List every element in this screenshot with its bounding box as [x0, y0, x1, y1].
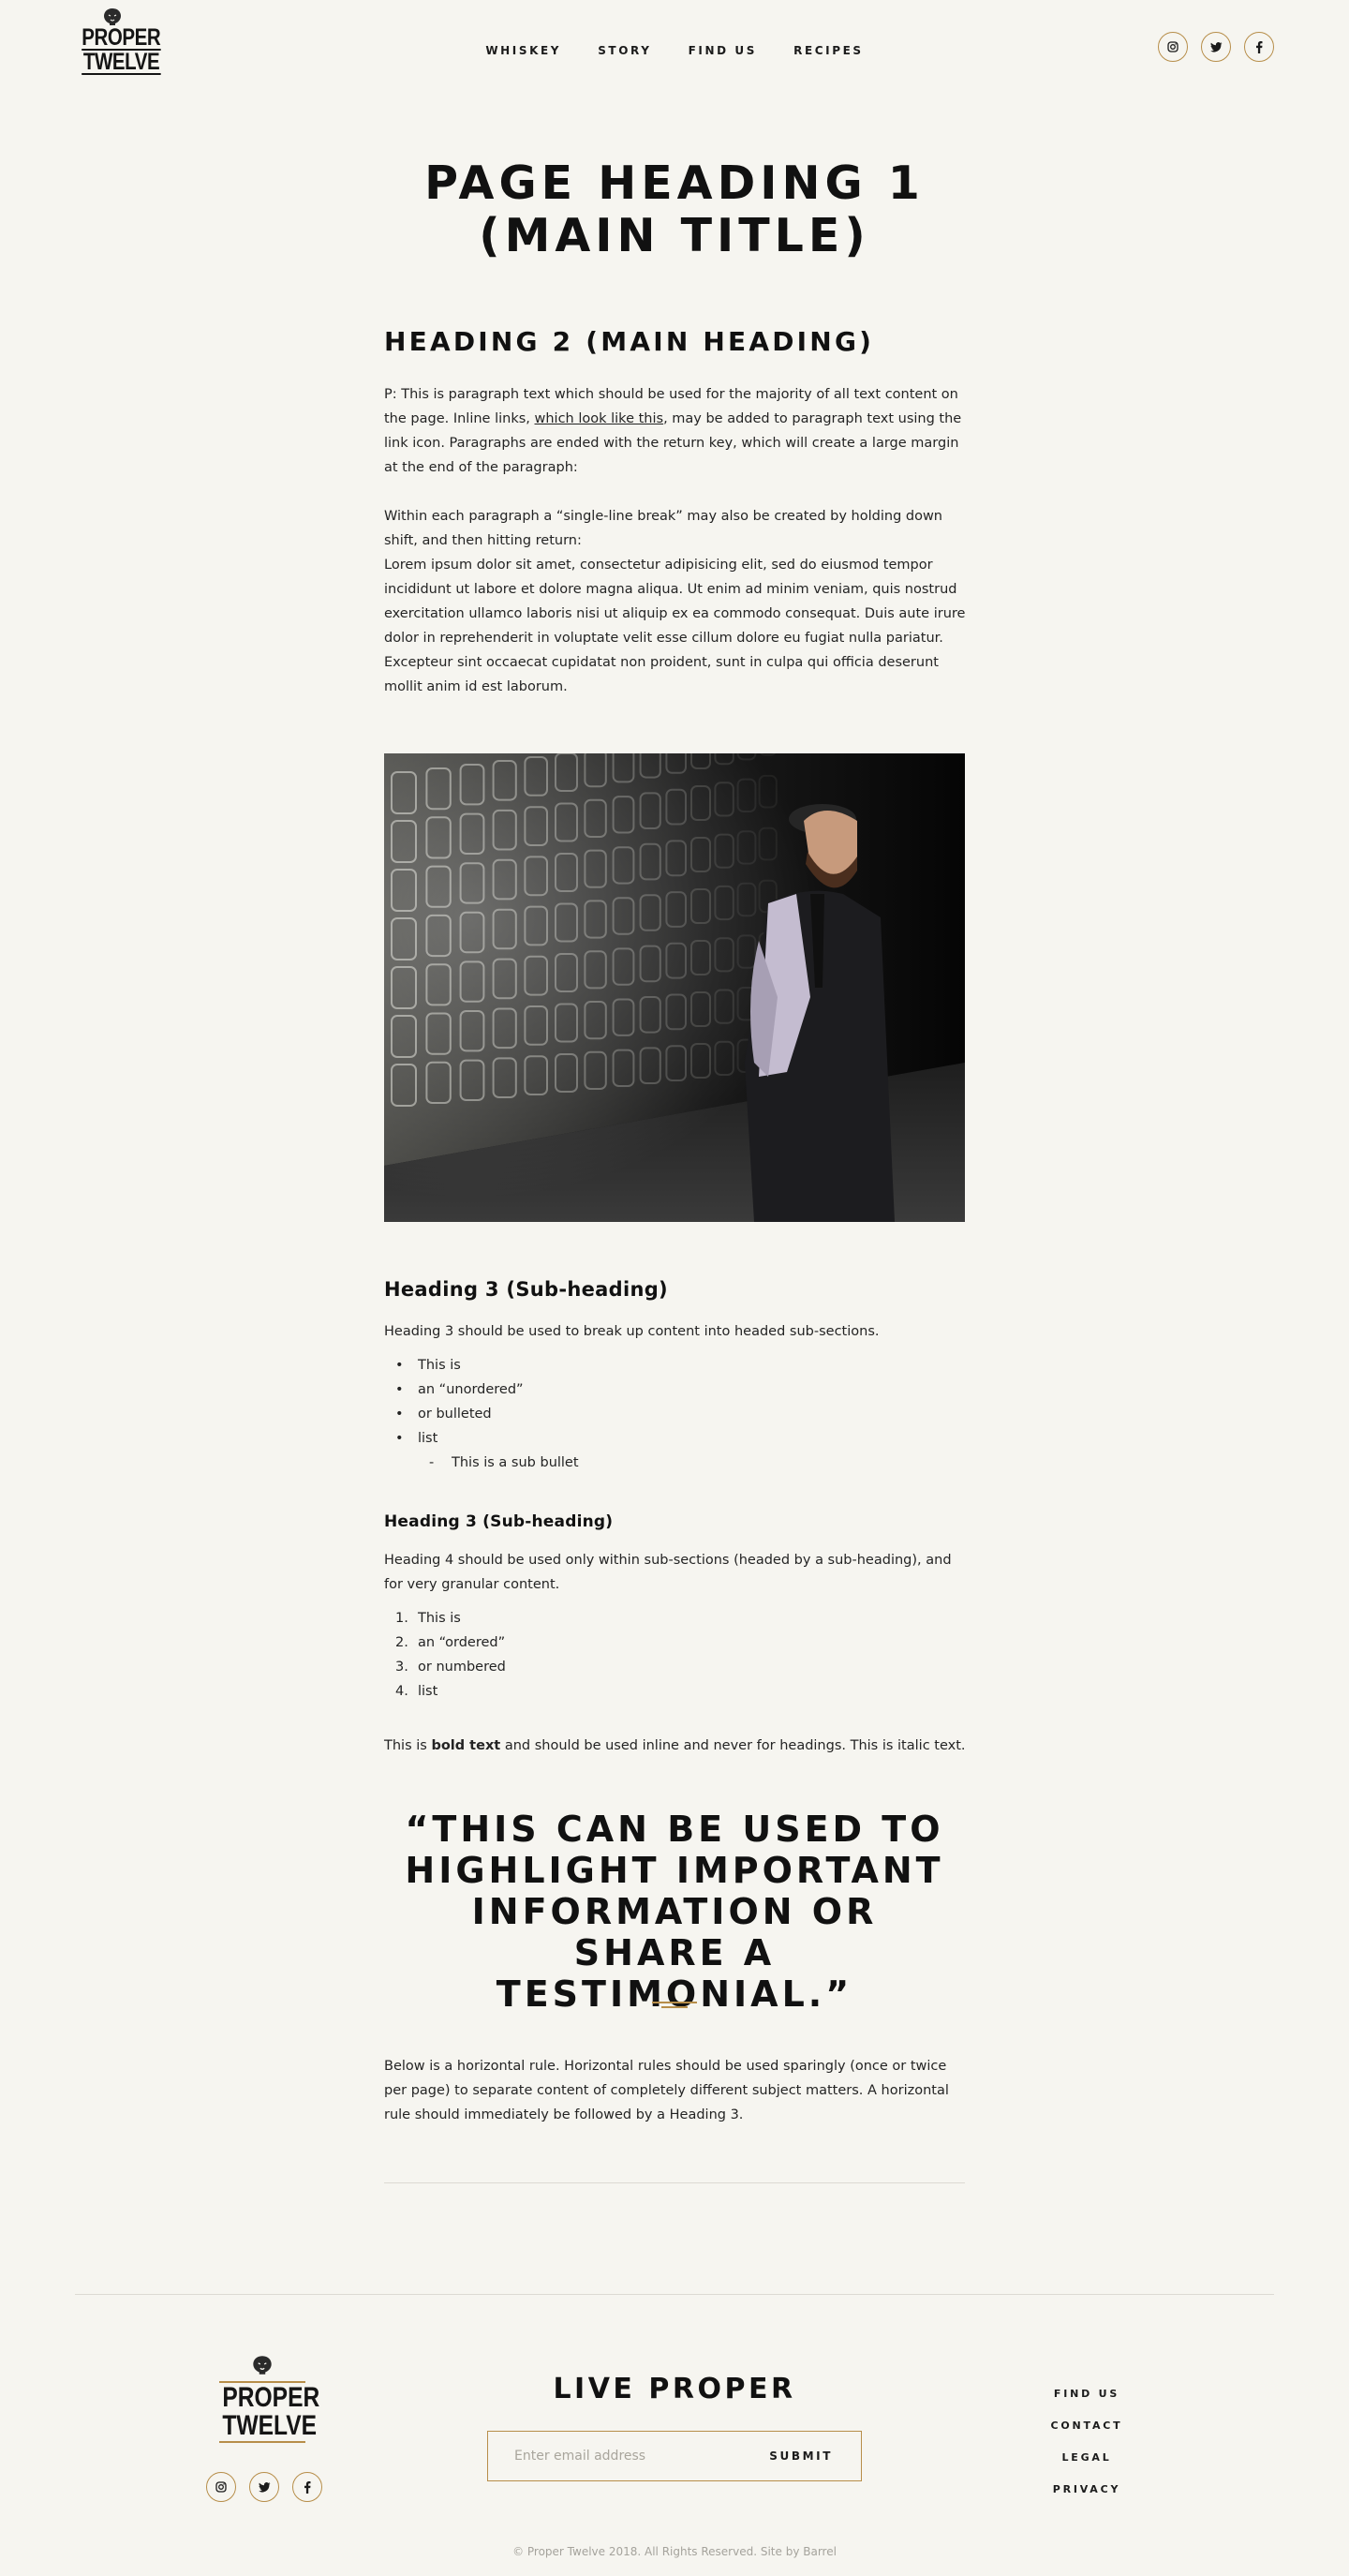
- list-item: 4. list: [395, 1684, 438, 1699]
- header-social-links: [1158, 32, 1274, 62]
- list-item: 3. or numbered: [395, 1660, 506, 1675]
- paragraph-heading3: Heading 3 should be used to break up con…: [384, 1324, 880, 1339]
- main-nav: WHISKEY STORY FIND US RECIPES: [0, 40, 1349, 58]
- inline-link[interactable]: which look like this: [535, 411, 664, 426]
- email-input[interactable]: [488, 2432, 742, 2480]
- newsletter-heading: LIVE PROPER: [553, 2373, 796, 2405]
- lion-crest-icon: [253, 2356, 272, 2375]
- facebook-button[interactable]: [292, 2472, 322, 2502]
- hero-photo-distillery: [384, 753, 965, 1222]
- submit-button[interactable]: SUBMIT: [741, 2449, 861, 2463]
- lion-crest-icon: [104, 8, 121, 25]
- nav-whiskey[interactable]: WHISKEY: [485, 44, 561, 57]
- list-item: This is: [384, 1353, 579, 1377]
- footer-logo-text-twelve: TWELVE: [222, 2410, 318, 2441]
- nav-story[interactable]: STORY: [598, 44, 651, 57]
- unordered-list: This is an “unordered” or bulleted list …: [384, 1353, 579, 1475]
- paragraph-hr-note: Below is a horizontal rule. Horizontal r…: [384, 2059, 949, 2122]
- footer-link-contact[interactable]: CONTACT: [1030, 2410, 1143, 2442]
- footer-logo[interactable]: PROPER TWELVE: [214, 2354, 320, 2444]
- nav-recipes[interactable]: RECIPES: [793, 44, 864, 57]
- footer-logo-text-proper: PROPER: [222, 2382, 320, 2413]
- paragraph-heading4: Heading 4 should be used only within sub…: [384, 1553, 952, 1592]
- footer-link-legal[interactable]: LEGAL: [1030, 2442, 1143, 2474]
- paragraph-intro: P: This is paragraph text which should b…: [384, 387, 962, 475]
- main-heading: HEADING 2 (MAIN HEADING): [384, 326, 875, 357]
- footer-link-privacy[interactable]: PRIVACY: [1030, 2474, 1143, 2506]
- horizontal-rule: [384, 2182, 965, 2183]
- twitter-button[interactable]: [1201, 32, 1231, 62]
- twitter-icon: [1209, 41, 1222, 52]
- facebook-icon: [304, 2480, 311, 2494]
- twitter-button[interactable]: [249, 2472, 279, 2502]
- twitter-icon: [258, 2481, 270, 2492]
- instagram-button[interactable]: [1158, 32, 1188, 62]
- testimonial-quote: “THIS CAN BE USED TO HIGHLIGHT IMPORTANT…: [405, 1809, 944, 2015]
- facebook-button[interactable]: [1244, 32, 1274, 62]
- facebook-icon: [1256, 40, 1263, 53]
- paragraph-bold: This is bold text and should be used inl…: [384, 1738, 966, 1753]
- quote-divider-short: [661, 2006, 688, 2008]
- footer-divider: [75, 2294, 1274, 2295]
- instagram-icon: [1167, 41, 1179, 52]
- list-item: 1. This is: [395, 1611, 461, 1626]
- instagram-icon: [215, 2481, 227, 2493]
- barrel-warehouse-man-illustration: [384, 753, 965, 1222]
- list-item: or bulleted: [384, 1402, 579, 1426]
- sub-heading-b: Heading 3 (Sub-heading): [384, 1512, 614, 1531]
- sub-heading-a: Heading 3 (Sub-heading): [384, 1278, 668, 1301]
- ordered-list: 1. This is 2. an “ordered” 3. or numbered 4…: [384, 1606, 506, 1704]
- sub-list-item: This is a sub bullet: [384, 1451, 579, 1475]
- paragraph-line-break: Within each paragraph a “single-line bre…: [384, 509, 966, 694]
- site-header: PROPER TWELVE WHISKEY STORY FIND US RECI…: [0, 0, 1349, 94]
- list-item: 2. an “ordered”: [395, 1635, 506, 1650]
- footer-link-find-us[interactable]: FIND US: [1030, 2378, 1143, 2410]
- page-title: PAGE HEADING 1 (MAIN TITLE): [424, 156, 925, 262]
- footer-social-links: [206, 2472, 322, 2502]
- nav-find-us[interactable]: FIND US: [689, 44, 757, 57]
- list-item: list: [384, 1426, 579, 1451]
- logo-gold-line: [219, 2441, 305, 2443]
- copyright: © Proper Twelve 2018. All Rights Reserve…: [512, 2545, 837, 2558]
- instagram-button[interactable]: [206, 2472, 236, 2502]
- footer-links: FIND US CONTACT LEGAL PRIVACY: [1030, 2378, 1143, 2506]
- newsletter-form: SUBMIT: [487, 2431, 862, 2481]
- quote-divider: [652, 2002, 697, 2003]
- list-item: an “unordered”: [384, 1377, 579, 1402]
